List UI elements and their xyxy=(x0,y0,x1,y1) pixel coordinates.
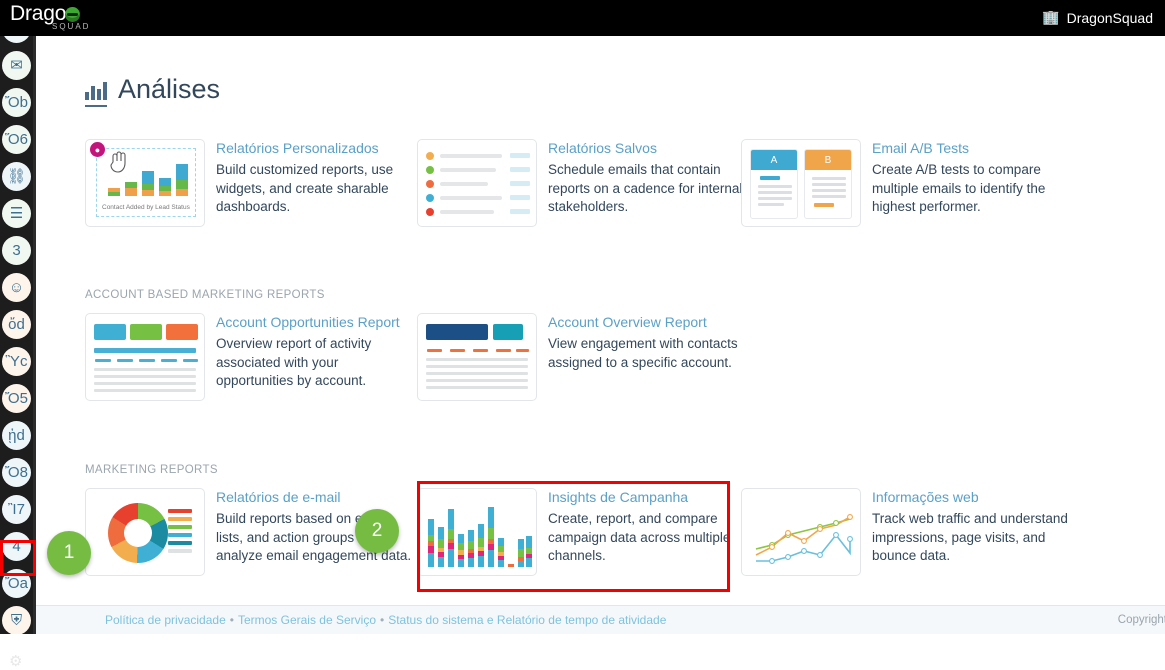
card-description: Track web traffic and understand impress… xyxy=(872,510,1070,566)
custom-report-builder-thumbnail[interactable]: ● Contact Added by Lead Status xyxy=(85,139,205,227)
line-chart-icon xyxy=(742,489,861,576)
card-description: Overview report of activity associated w… xyxy=(216,335,414,391)
campaign-bar xyxy=(526,536,532,567)
highlight-box-sidebar-analytics xyxy=(0,540,36,576)
account-name: DragonSquad xyxy=(1067,10,1153,26)
account-opportunities-thumbnail[interactable] xyxy=(85,313,205,401)
top-bar: Dragon SQUAD 🏢 DragonSquad xyxy=(0,0,1165,36)
campaign-bar xyxy=(438,527,444,567)
card-description: Build customized reports, use widgets, a… xyxy=(216,161,414,217)
saved-report-row xyxy=(426,180,530,188)
web-line-chart-thumbnail[interactable] xyxy=(741,488,861,576)
campaign-bar xyxy=(508,564,514,567)
footer-link-terms[interactable]: Termos Gerais de Serviço xyxy=(238,613,376,627)
card-relatorios-salvos[interactable]: Relatórios Salvos Schedule emails that c… xyxy=(417,139,748,235)
email-open-icon[interactable]: ✉ xyxy=(2,51,31,80)
page-title-text: Análises xyxy=(118,74,220,105)
variant-b-panel: B xyxy=(804,149,852,219)
dragon-logo-icon xyxy=(65,7,80,22)
campaign-bar xyxy=(468,530,474,567)
step-badge-1: 1 xyxy=(47,531,91,575)
variant-b-label: B xyxy=(805,150,851,170)
saved-report-row xyxy=(426,194,530,202)
footer-separator: • xyxy=(380,613,384,627)
donut-legend xyxy=(168,509,192,557)
saved-report-row xyxy=(426,166,530,174)
step-badge-2: 2 xyxy=(355,509,399,553)
card-description: Schedule emails that contain reports on … xyxy=(548,161,746,217)
inbox-icon[interactable]: ⬒ xyxy=(2,36,31,43)
building-icon: 🏢 xyxy=(1042,9,1059,26)
bar-chart-icon xyxy=(85,80,107,100)
campaign-bar xyxy=(498,538,504,567)
campaign-bar xyxy=(458,534,464,567)
account-menu[interactable]: 🏢 DragonSquad xyxy=(1042,9,1153,26)
footer-separator: • xyxy=(230,613,234,627)
card-email-ab-tests[interactable]: A B Email A/B Tests Create A/B tests to … xyxy=(741,139,1072,235)
card-description: View engagement with contacts assigned t… xyxy=(548,335,746,372)
ab-test-thumbnail[interactable]: A B xyxy=(741,139,861,227)
saved-report-row xyxy=(426,208,530,216)
media-icon[interactable]: Ὓc xyxy=(2,347,31,376)
book-icon[interactable]: Ὅ6 xyxy=(2,125,31,154)
campaign-bar xyxy=(478,524,484,567)
megaphone-icon[interactable]: ὎3 xyxy=(2,236,31,265)
campaign-stacked-bars-thumbnail[interactable] xyxy=(417,488,537,576)
donut-chart-icon xyxy=(108,503,168,563)
card-description: Create, report, and compare campaign dat… xyxy=(548,510,746,566)
footer-links: Política de privacidade • Termos Gerais de… xyxy=(105,613,666,627)
card-relatorios-personalizados[interactable]: ● Contact Added by Lead Status Relatório… xyxy=(85,139,416,235)
calendar-icon[interactable]: Ὄ5 xyxy=(2,384,31,413)
page-title: Análises xyxy=(85,74,220,105)
clipboard-icon[interactable]: Ὄb xyxy=(2,88,31,117)
contact-badge-icon: ● xyxy=(90,142,105,157)
shield-bolt-icon[interactable]: ⛨ xyxy=(2,606,31,634)
cursor-hand-icon xyxy=(108,150,130,174)
campaign-bar xyxy=(488,507,494,567)
card-title[interactable]: Account Overview Report xyxy=(548,314,746,331)
list-icon[interactable]: ☰ xyxy=(2,199,31,228)
handshake-icon[interactable]: ᾑd xyxy=(2,421,31,450)
thumbs-up-icon[interactable]: ὄd xyxy=(2,310,31,339)
card-title[interactable]: Account Opportunities Report xyxy=(216,314,414,331)
footer-link-status[interactable]: Status do sistema e Relatório de tempo d… xyxy=(388,613,666,627)
brand-subtitle: SQUAD xyxy=(52,22,90,31)
headset-icon[interactable]: Ἲ7 xyxy=(2,495,31,524)
thumb-caption: Contact Added by Lead Status xyxy=(102,204,190,213)
card-title[interactable]: Insights de Campanha xyxy=(548,489,746,506)
saved-reports-list-thumbnail[interactable] xyxy=(417,139,537,227)
variant-a-panel: A xyxy=(750,149,798,219)
card-account-overview[interactable]: Account Overview Report View engagement … xyxy=(417,313,748,409)
saved-report-row xyxy=(426,152,530,160)
footer-link-privacy[interactable]: Política de privacidade xyxy=(105,613,226,627)
chat-smile-icon[interactable]: ☺ xyxy=(2,273,31,302)
account-overview-thumbnail[interactable] xyxy=(417,313,537,401)
campaign-bar xyxy=(448,509,454,567)
gear-icon[interactable]: ⚙ xyxy=(9,652,22,670)
section-label-marketing: MARKETING REPORTS xyxy=(85,464,218,476)
card-title[interactable]: Email A/B Tests xyxy=(872,140,1070,157)
email-donut-thumbnail[interactable] xyxy=(85,488,205,576)
card-title[interactable]: Relatórios Salvos xyxy=(548,140,746,157)
card-title[interactable]: Informações web xyxy=(872,489,1070,506)
card-title[interactable]: Relatórios Personalizados xyxy=(216,140,414,157)
card-title[interactable]: Relatórios de e-mail xyxy=(216,489,414,506)
campaign-bar xyxy=(518,539,524,567)
campaign-bar xyxy=(428,519,434,567)
trend-chart-icon[interactable]: Ὄ8 xyxy=(2,458,31,487)
card-description: Create A/B tests to compare multiple ema… xyxy=(872,161,1070,217)
footer-copyright: Copyright xyxy=(1118,614,1165,626)
section-label-abm: ACCOUNT BASED MARKETING REPORTS xyxy=(85,289,325,301)
workflow-icon[interactable]: ⛓ xyxy=(2,162,31,191)
variant-a-label: A xyxy=(751,150,797,170)
card-insights-campanha[interactable]: Insights de Campanha Create, report, and… xyxy=(417,488,748,584)
main-content: Análises ● Contact Added by Lead Status … xyxy=(36,36,1165,634)
footer: Política de privacidade • Termos Gerais de… xyxy=(36,605,1165,634)
card-informacoes-web[interactable]: Informações web Track web traffic and un… xyxy=(741,488,1072,584)
card-account-opportunities[interactable]: Account Opportunities Report Overview re… xyxy=(85,313,416,409)
